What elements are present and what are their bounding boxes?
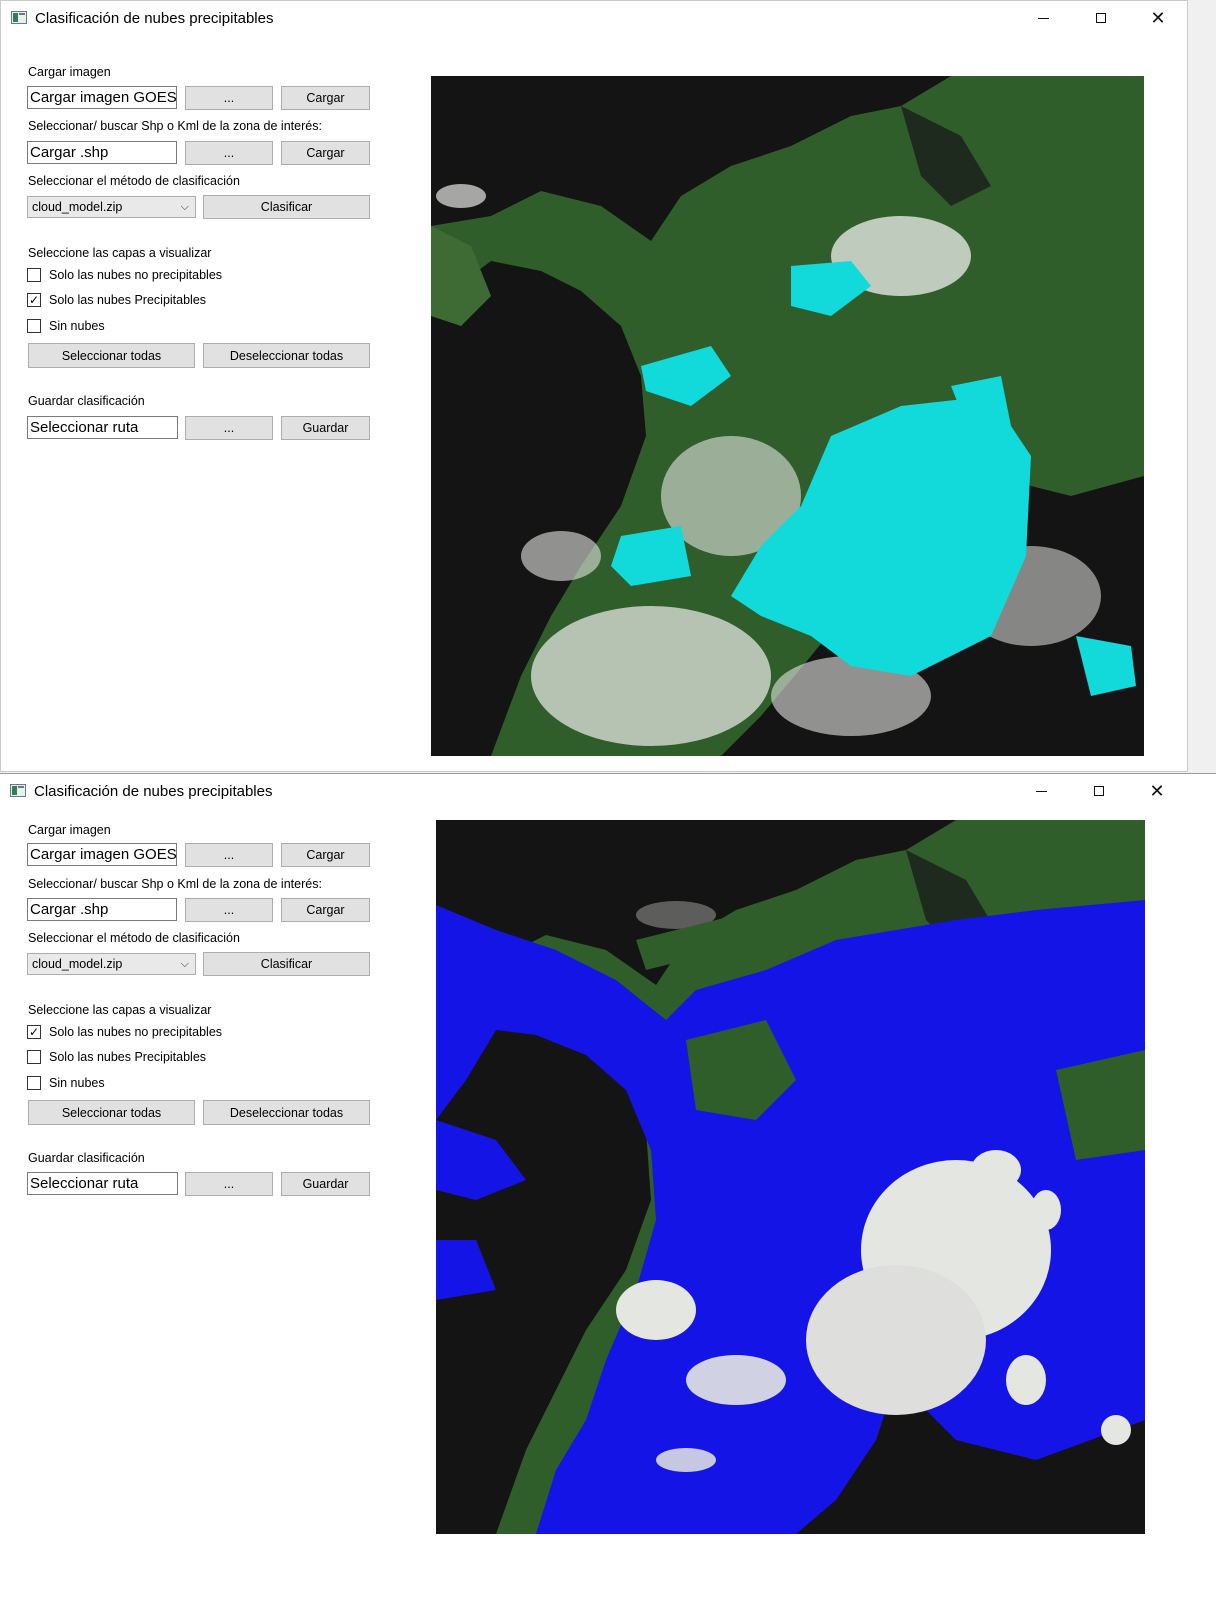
app-window-icon — [10, 784, 26, 797]
satellite-map-image — [431, 76, 1144, 756]
save-label: Guardar clasificación — [28, 394, 145, 408]
window-title: Clasificación de nubes precipitables — [35, 10, 274, 27]
maximize-button[interactable] — [1070, 774, 1128, 808]
maximize-icon — [1094, 786, 1104, 796]
minimize-button[interactable] — [1014, 1, 1072, 35]
checkbox-label: Solo las nubes Precipitables — [49, 293, 207, 307]
load-shape-button[interactable]: Cargar — [281, 141, 370, 165]
layer-checkbox-non-precipitable[interactable]: Solo las nubes no precipitables — [27, 268, 222, 282]
checkbox-label: Sin nubes — [49, 1076, 105, 1090]
checkbox-box[interactable] — [27, 1076, 41, 1090]
image-path-input[interactable]: Cargar imagen GOES — [27, 843, 177, 866]
check-icon: ✓ — [28, 1025, 40, 1039]
image-path-input[interactable]: Cargar imagen GOES — [27, 86, 177, 109]
browse-shape-button[interactable]: ... — [185, 141, 273, 165]
classify-button[interactable]: Clasificar — [203, 195, 370, 219]
load-shape-button[interactable]: Cargar — [281, 898, 370, 922]
satellite-map-image — [436, 820, 1145, 1534]
close-button[interactable]: ✕ — [1128, 774, 1186, 808]
save-path-input[interactable]: Seleccionar ruta — [27, 416, 178, 439]
layer-checkbox-precipitable[interactable]: Solo las nubes Precipitables — [27, 1050, 206, 1064]
layer-checkbox-no-clouds[interactable]: Sin nubes — [27, 1076, 105, 1090]
layers-label: Seleccione las capas a visualizar — [28, 1003, 212, 1017]
checkbox-box[interactable] — [27, 268, 41, 282]
checkbox-box[interactable] — [27, 319, 41, 333]
load-image-button[interactable]: Cargar — [281, 86, 370, 110]
method-select[interactable]: cloud_model.zip ⌵ — [27, 953, 196, 975]
shape-file-label: Seleccionar/ buscar Shp o Kml de la zona… — [28, 119, 322, 133]
select-all-button[interactable]: Seleccionar todas — [28, 1100, 195, 1125]
app-window-bottom: Clasificación de nubes precipitables ✕ C… — [0, 773, 1216, 1606]
browse-image-button[interactable]: ... — [185, 86, 273, 110]
load-image-button[interactable]: Cargar — [281, 843, 370, 867]
deselect-all-button[interactable]: Deseleccionar todas — [203, 1100, 370, 1125]
shape-path-input[interactable]: Cargar .shp — [27, 141, 177, 164]
load-image-label: Cargar imagen — [28, 823, 111, 837]
minimize-icon — [1037, 17, 1049, 19]
save-label: Guardar clasificación — [28, 1151, 145, 1165]
shape-path-input[interactable]: Cargar .shp — [27, 898, 177, 921]
close-button[interactable]: ✕ — [1129, 1, 1187, 35]
check-icon: ✓ — [28, 293, 40, 307]
method-label: Seleccionar el método de clasificación — [28, 931, 240, 945]
save-button[interactable]: Guardar — [281, 1172, 370, 1196]
classified-map-view[interactable] — [436, 820, 1145, 1534]
close-icon: ✕ — [1150, 8, 1166, 28]
chevron-down-icon: ⌵ — [180, 958, 189, 970]
select-all-button[interactable]: Seleccionar todas — [28, 343, 195, 368]
minimize-button[interactable] — [1012, 774, 1070, 808]
layer-checkbox-no-clouds[interactable]: Sin nubes — [27, 319, 105, 333]
method-select[interactable]: cloud_model.zip ⌵ — [27, 196, 196, 218]
layers-label: Seleccione las capas a visualizar — [28, 246, 212, 260]
checkbox-label: Solo las nubes Precipitables — [49, 1050, 207, 1064]
method-label: Seleccionar el método de clasificación — [28, 174, 240, 188]
checkbox-box[interactable]: ✓ — [27, 293, 41, 307]
classify-button[interactable]: Clasificar — [203, 952, 370, 976]
title-bar[interactable]: Clasificación de nubes precipitables ✕ — [0, 774, 1216, 808]
browse-image-button[interactable]: ... — [185, 843, 273, 867]
checkbox-label: Sin nubes — [49, 319, 105, 333]
app-window-icon — [11, 11, 27, 24]
browse-save-button[interactable]: ... — [185, 1172, 273, 1196]
maximize-button[interactable] — [1072, 1, 1130, 35]
browse-shape-button[interactable]: ... — [185, 898, 273, 922]
method-select-value: cloud_model.zip — [32, 957, 123, 971]
checkbox-box[interactable]: ✓ — [27, 1025, 41, 1039]
method-select-value: cloud_model.zip — [32, 200, 123, 214]
layer-checkbox-precipitable[interactable]: ✓ Solo las nubes Precipitables — [27, 293, 206, 307]
save-button[interactable]: Guardar — [281, 416, 370, 440]
checkbox-box[interactable] — [27, 1050, 41, 1064]
checkbox-label: Solo las nubes no precipitables — [49, 268, 223, 282]
app-window-top: Clasificación de nubes precipitables ✕ C… — [0, 0, 1188, 772]
classified-map-view[interactable] — [431, 76, 1144, 756]
window-title: Clasificación de nubes precipitables — [34, 783, 273, 800]
close-icon: ✕ — [1149, 781, 1165, 801]
load-image-label: Cargar imagen — [28, 65, 111, 79]
shape-file-label: Seleccionar/ buscar Shp o Kml de la zona… — [28, 877, 322, 891]
deselect-all-button[interactable]: Deseleccionar todas — [203, 343, 370, 368]
maximize-icon — [1096, 13, 1106, 23]
minimize-icon — [1035, 790, 1047, 792]
chevron-down-icon: ⌵ — [180, 201, 189, 213]
browse-save-button[interactable]: ... — [185, 416, 273, 440]
checkbox-label: Solo las nubes no precipitables — [49, 1025, 223, 1039]
save-path-input[interactable]: Seleccionar ruta — [27, 1172, 178, 1195]
layer-checkbox-non-precipitable[interactable]: ✓ Solo las nubes no precipitables — [27, 1025, 222, 1039]
title-bar[interactable]: Clasificación de nubes precipitables ✕ — [1, 1, 1187, 35]
